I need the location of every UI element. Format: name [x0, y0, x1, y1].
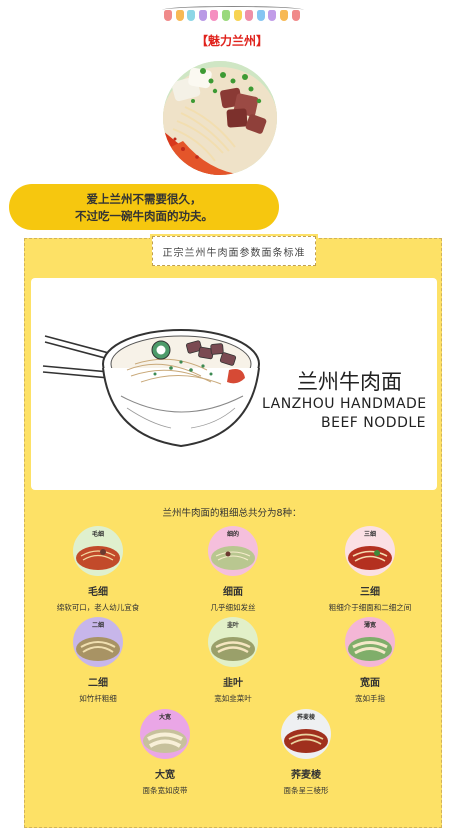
noodle-type-name: 三细 [360, 587, 380, 598]
panel-tag: 正宗兰州牛肉面参数面条标准 [152, 236, 316, 266]
noodle-thumb-label: 细的 [226, 531, 239, 538]
noodle-type-desc: 面条宽如皮带 [142, 786, 188, 795]
noodle-type-desc: 面条呈三棱形 [283, 786, 329, 795]
noodle-thumb: 三细 [345, 526, 395, 576]
noodle-type-sanxi: 三细 三细 粗细介于细面和二细之间 [300, 526, 440, 613]
section-title: 【魅力兰州】 [195, 34, 268, 48]
light-bulb-icon [268, 10, 277, 21]
noodle-type-maoxi: 毛细 毛细 绵软可口，老人幼儿宜食 [28, 526, 168, 613]
light-bulb-icon [233, 10, 242, 21]
noodle-thumb: 大宽 [140, 709, 190, 759]
noodle-type-desc: 如竹杆粗细 [79, 694, 117, 703]
noodle-thumb: 细的 [208, 526, 258, 576]
light-bulb-icon [198, 10, 207, 21]
light-bulb-icon [187, 10, 196, 21]
light-bulb-icon [210, 10, 219, 21]
noodle-type-desc: 宽如手指 [355, 694, 385, 703]
quote-line-1: 爱上兰州不需要很久， [86, 192, 202, 206]
noodle-type-name: 毛细 [88, 587, 108, 598]
noodle-thumb: 毛细 [73, 526, 123, 576]
light-bulb-icon [222, 10, 230, 21]
noodle-type-desc: 几乎细如发丝 [210, 603, 256, 612]
noodle-thumb-label: 薄宽 [363, 622, 376, 629]
noodle-type-dakuan: 大宽 大宽 面条宽如皮带 [95, 709, 235, 796]
noodle-type-kuanmian: 薄宽 宽面 宽如手指 [300, 617, 440, 704]
noodle-type-desc: 宽如韭菜叶 [214, 694, 252, 703]
panel-tag-label: 正宗兰州牛肉面参数面条标准 [162, 247, 306, 259]
light-bulb-icon [256, 10, 265, 21]
noodle-type-name: 宽面 [360, 678, 380, 689]
noodle-type-name: 细面 [223, 587, 243, 598]
noodle-thumb: 韭叶 [208, 617, 258, 667]
noodle-thumb: 薄宽 [345, 617, 395, 667]
light-bulb-icon [280, 10, 288, 21]
noodle-type-qiaomaileng: 荞麦棱 荞麦棱 面条呈三棱形 [236, 709, 376, 796]
noodle-type-jiuye: 韭叶 韭叶 宽如韭菜叶 [163, 617, 303, 704]
noodle-type-name: 荞麦棱 [291, 770, 321, 781]
noodle-type-name: 大宽 [155, 770, 175, 781]
banner-title-en-line2: BEEF NODDLE [321, 415, 426, 431]
light-bulb-icon [245, 10, 254, 21]
noodle-thumb-label: 三细 [363, 531, 376, 538]
noodle-type-name: 韭叶 [223, 678, 243, 689]
quote-line-2: 不过吃一碗牛肉面的功夫。 [75, 209, 213, 223]
noodle-type-ximian: 细的 细面 几乎细如发丝 [163, 526, 303, 613]
noodle-type-desc: 绵软可口，老人幼儿宜食 [56, 603, 140, 612]
noodle-type-erxi: 二细 二细 如竹杆粗细 [28, 617, 168, 704]
decorative-light-bulbs [162, 6, 304, 26]
noodle-thumb: 荞麦棱 [281, 709, 331, 759]
light-bulb-icon [175, 10, 184, 21]
lanzhou-noodle-banner: 兰州牛肉面 LANZHOU HANDMADE BEEF NODDLE [31, 278, 437, 490]
noodle-thumb-label: 荞麦棱 [296, 714, 315, 721]
light-bulb-icon [291, 10, 300, 21]
noodle-thumb: 二细 [73, 617, 123, 667]
noodle-thumb-label: 韭叶 [226, 622, 239, 629]
noodle-thumb-label: 大宽 [158, 714, 171, 721]
beef-noodle-illustration [163, 61, 277, 175]
quote-pill: 爱上兰州不需要很久， 不过吃一碗牛肉面的功夫。 [9, 184, 279, 230]
noodle-type-name: 二细 [88, 678, 108, 689]
noodle-bowl-sketch [42, 329, 260, 448]
noodle-thumb-label: 毛细 [91, 531, 104, 538]
noodle-type-desc: 粗细介于细面和二细之间 [328, 603, 412, 612]
noodle-types-intro: 兰州牛肉面的粗细总共分为8种： [162, 508, 302, 519]
light-bulb-icon [164, 10, 172, 21]
noodle-thumb-label: 二细 [91, 622, 104, 629]
banner-title-cn: 兰州牛肉面 [297, 370, 402, 394]
beef-noodle-photo [163, 61, 277, 175]
banner-title-en-line1: LANZHOU HANDMADE [262, 396, 427, 412]
